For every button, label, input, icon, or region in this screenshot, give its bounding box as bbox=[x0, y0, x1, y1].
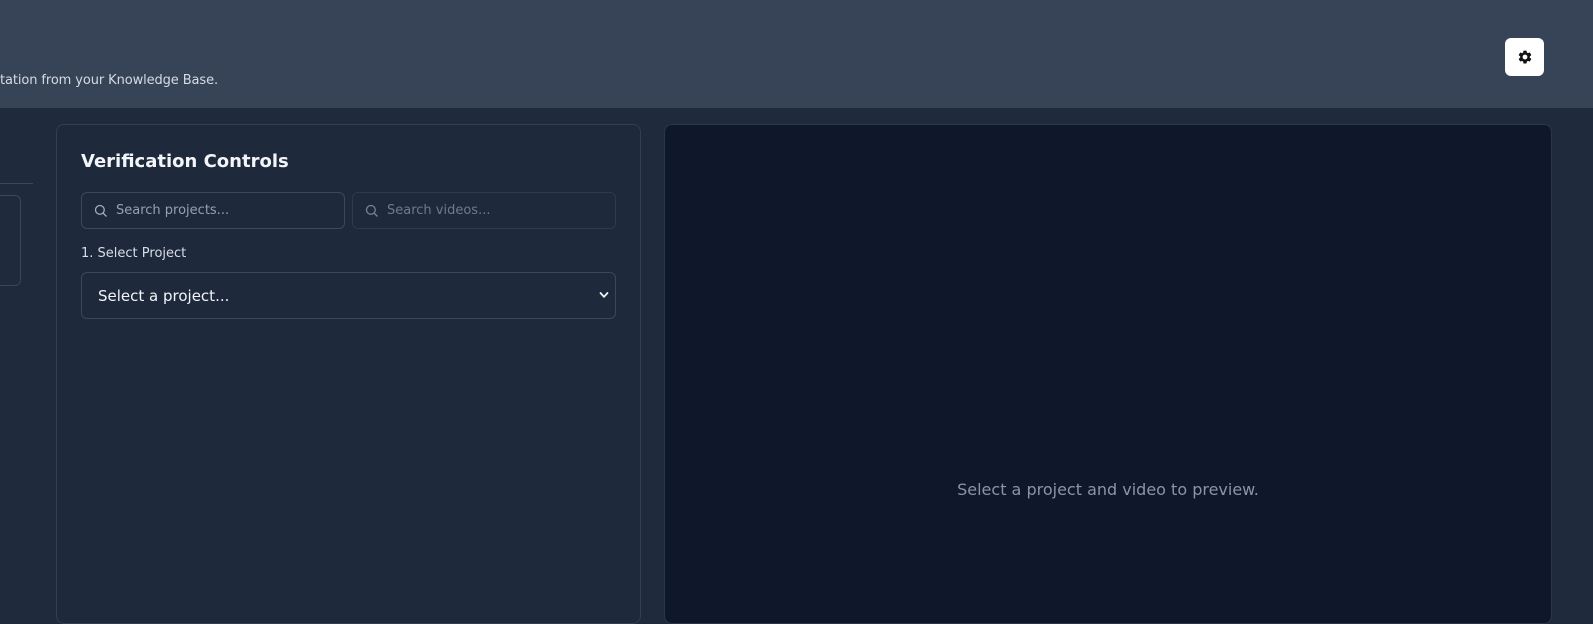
gear-icon bbox=[1518, 50, 1531, 64]
search-icon bbox=[365, 204, 378, 217]
project-select[interactable]: Select a project... bbox=[81, 272, 616, 319]
left-panel-divider bbox=[0, 183, 33, 184]
project-select-value: Select a project... bbox=[98, 286, 230, 305]
left-panel-card bbox=[0, 195, 21, 286]
search-videos-box[interactable] bbox=[352, 192, 616, 229]
chevron-down-icon bbox=[599, 292, 609, 298]
search-icon bbox=[94, 204, 107, 217]
search-projects-box[interactable] bbox=[81, 192, 345, 229]
search-projects-input[interactable] bbox=[116, 203, 336, 218]
settings-button[interactable] bbox=[1505, 38, 1544, 76]
verification-controls-panel: Verification Controls 1. Select Project … bbox=[56, 124, 641, 624]
app-header: tation from your Knowledge Base. bbox=[0, 0, 1593, 108]
preview-empty-message: Select a project and video to preview. bbox=[957, 480, 1259, 499]
video-preview-panel: Select a project and video to preview. bbox=[664, 124, 1552, 624]
search-videos-input[interactable] bbox=[387, 203, 607, 218]
panel-title: Verification Controls bbox=[81, 151, 289, 172]
header-subtitle: tation from your Knowledge Base. bbox=[0, 73, 219, 88]
select-project-label: 1. Select Project bbox=[81, 246, 187, 261]
